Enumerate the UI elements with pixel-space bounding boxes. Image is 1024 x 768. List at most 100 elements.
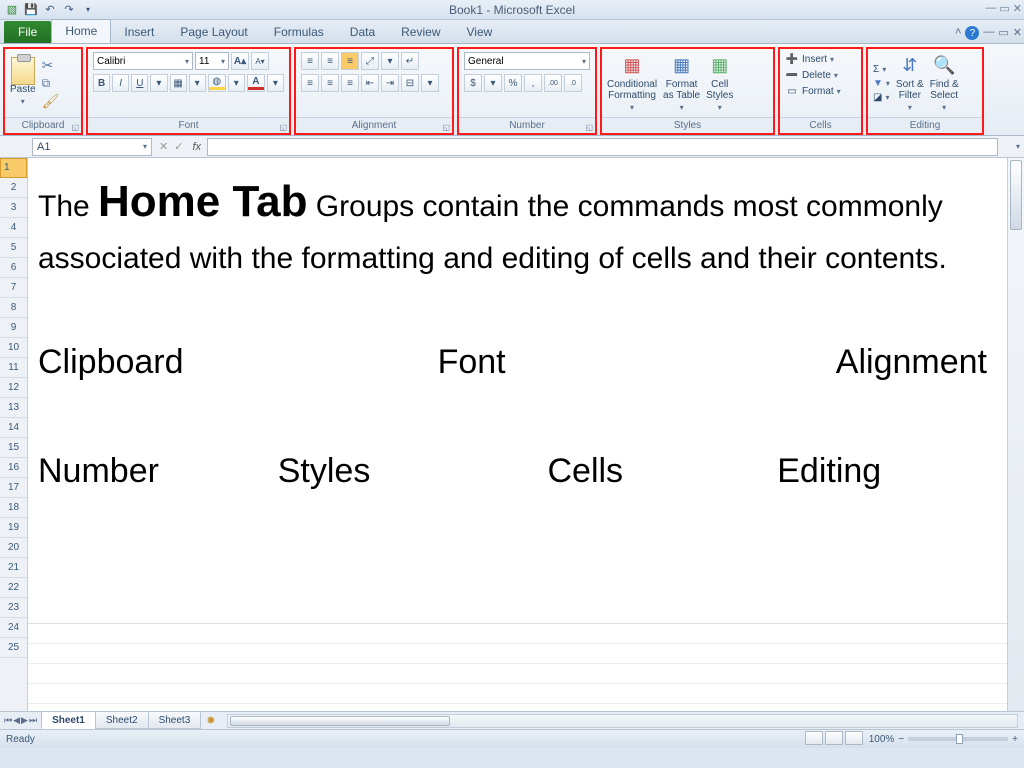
sheet-tab[interactable]: Sheet1 — [41, 712, 96, 729]
row-header[interactable]: 1 — [0, 158, 27, 178]
enter-formula-icon[interactable]: ✓ — [171, 140, 186, 153]
cancel-formula-icon[interactable]: ✕ — [156, 140, 171, 153]
row-header[interactable]: 12 — [0, 378, 27, 398]
row-header[interactable]: 15 — [0, 438, 27, 458]
vertical-scrollbar[interactable] — [1007, 158, 1024, 711]
undo-icon[interactable]: ↶ — [42, 2, 58, 18]
redo-icon[interactable]: ↷ — [61, 2, 77, 18]
last-sheet-icon[interactable]: ⏭ — [29, 715, 37, 726]
clear-button[interactable]: ◪▾ — [873, 92, 890, 103]
next-sheet-icon[interactable]: ▶ — [21, 715, 28, 726]
align-bottom-icon[interactable]: ≡ — [341, 52, 359, 70]
tab-insert[interactable]: Insert — [111, 21, 167, 43]
tab-page-layout[interactable]: Page Layout — [167, 21, 260, 43]
number-format-select[interactable]: General▾ — [464, 52, 590, 70]
row-header[interactable]: 21 — [0, 558, 27, 578]
row-header[interactable]: 9 — [0, 318, 27, 338]
merge-dropdown-icon[interactable]: ▾ — [421, 74, 439, 92]
increase-indent-icon[interactable]: ⇥ — [381, 74, 399, 92]
zoom-in-icon[interactable]: + — [1012, 734, 1018, 745]
maximize-icon[interactable]: ▭ — [999, 2, 1009, 15]
row-header[interactable]: 2 — [0, 178, 27, 198]
launcher-icon[interactable]: ◱ — [585, 120, 593, 135]
italic-button[interactable]: I — [112, 74, 129, 92]
sheet-tab[interactable]: Sheet2 — [95, 712, 149, 729]
row-header[interactable]: 3 — [0, 198, 27, 218]
page-break-view-icon[interactable] — [845, 731, 863, 745]
zoom-out-icon[interactable]: − — [898, 734, 904, 745]
prev-sheet-icon[interactable]: ◀ — [13, 715, 20, 726]
sort-filter-button[interactable]: ⇵Sort & Filter▾ — [896, 54, 924, 113]
window-close-icon[interactable]: ✕ — [1013, 26, 1022, 40]
font-color-icon[interactable]: A — [247, 74, 265, 92]
find-select-button[interactable]: 🔍Find & Select▾ — [930, 54, 959, 113]
copy-icon[interactable]: ⧉ — [42, 76, 60, 91]
row-header[interactable]: 10 — [0, 338, 27, 358]
window-restore-icon[interactable]: ▭ — [998, 26, 1008, 40]
row-header[interactable]: 7 — [0, 278, 27, 298]
delete-cells-button[interactable]: ➖Delete ▾ — [785, 68, 856, 82]
row-header[interactable]: 18 — [0, 498, 27, 518]
file-tab[interactable]: File — [4, 21, 51, 43]
launcher-icon[interactable]: ◱ — [442, 120, 450, 135]
row-header[interactable]: 6 — [0, 258, 27, 278]
row-header[interactable]: 17 — [0, 478, 27, 498]
fill-dropdown-icon[interactable]: ▾ — [228, 74, 245, 92]
close-icon[interactable]: ✕ — [1013, 2, 1022, 15]
new-sheet-icon[interactable]: ✸ — [200, 714, 221, 727]
zoom-level[interactable]: 100% — [869, 734, 895, 745]
align-top-icon[interactable]: ≡ — [301, 52, 319, 70]
paste-button[interactable]: Paste ▾ — [10, 59, 36, 107]
row-header[interactable]: 19 — [0, 518, 27, 538]
save-icon[interactable]: 💾 — [23, 2, 39, 18]
horizontal-scrollbar[interactable] — [227, 714, 1018, 728]
align-center-icon[interactable]: ≡ — [321, 74, 339, 92]
sheet-tab[interactable]: Sheet3 — [148, 712, 202, 729]
decrease-decimal-icon[interactable]: .0 — [564, 74, 582, 92]
expand-formula-bar-icon[interactable]: ▾ — [1016, 142, 1024, 151]
page-layout-view-icon[interactable] — [825, 731, 843, 745]
row-header[interactable]: 20 — [0, 538, 27, 558]
tab-formulas[interactable]: Formulas — [261, 21, 337, 43]
fx-icon[interactable]: fx — [186, 141, 207, 153]
first-sheet-icon[interactable]: ⏮ — [4, 715, 12, 726]
format-as-table-button[interactable]: ▦Format as Table▾ — [663, 54, 700, 113]
fill-color-icon[interactable]: ◍ — [208, 74, 226, 92]
formula-input[interactable] — [207, 138, 998, 156]
comma-icon[interactable]: , — [524, 74, 542, 92]
tab-home[interactable]: Home — [51, 19, 111, 43]
tab-data[interactable]: Data — [337, 21, 388, 43]
underline-button[interactable]: U — [131, 74, 148, 92]
borders-dropdown-icon[interactable]: ▾ — [189, 74, 206, 92]
row-header[interactable]: 23 — [0, 598, 27, 618]
percent-icon[interactable]: % — [504, 74, 522, 92]
zoom-slider[interactable] — [908, 737, 1008, 741]
fill-button[interactable]: ▼▾ — [873, 78, 890, 89]
launcher-icon[interactable]: ◱ — [279, 120, 287, 135]
align-left-icon[interactable]: ≡ — [301, 74, 319, 92]
row-header[interactable]: 24 — [0, 618, 27, 638]
row-header[interactable]: 11 — [0, 358, 27, 378]
row-header[interactable]: 8 — [0, 298, 27, 318]
row-header[interactable]: 25 — [0, 638, 27, 658]
font-color-dropdown-icon[interactable]: ▾ — [267, 74, 284, 92]
row-header[interactable]: 14 — [0, 418, 27, 438]
format-painter-icon[interactable]: 🖌 — [42, 93, 60, 110]
currency-icon[interactable]: $ — [464, 74, 482, 92]
underline-dropdown-icon[interactable]: ▾ — [150, 74, 167, 92]
row-headers[interactable]: 1 2 3 4 5 6 7 8 9 10 11 12 13 14 15 16 1… — [0, 158, 28, 711]
row-header[interactable]: 4 — [0, 218, 27, 238]
wrap-text-icon[interactable]: ↵ — [401, 52, 419, 70]
normal-view-icon[interactable] — [805, 731, 823, 745]
cell-styles-button[interactable]: ▦Cell Styles▾ — [706, 54, 733, 113]
format-cells-button[interactable]: ▭Format ▾ — [785, 84, 856, 98]
window-min-icon[interactable]: — — [983, 26, 994, 40]
orientation-icon[interactable]: ⤢ — [361, 52, 379, 70]
currency-dropdown-icon[interactable]: ▾ — [484, 74, 502, 92]
row-header[interactable]: 13 — [0, 398, 27, 418]
name-box[interactable]: A1▾ — [32, 138, 152, 156]
launcher-icon[interactable]: ◱ — [71, 120, 79, 135]
borders-icon[interactable]: ▦ — [170, 74, 187, 92]
minimize-ribbon-icon[interactable]: ˄ — [955, 26, 961, 40]
autosum-button[interactable]: Σ▾ — [873, 64, 890, 75]
